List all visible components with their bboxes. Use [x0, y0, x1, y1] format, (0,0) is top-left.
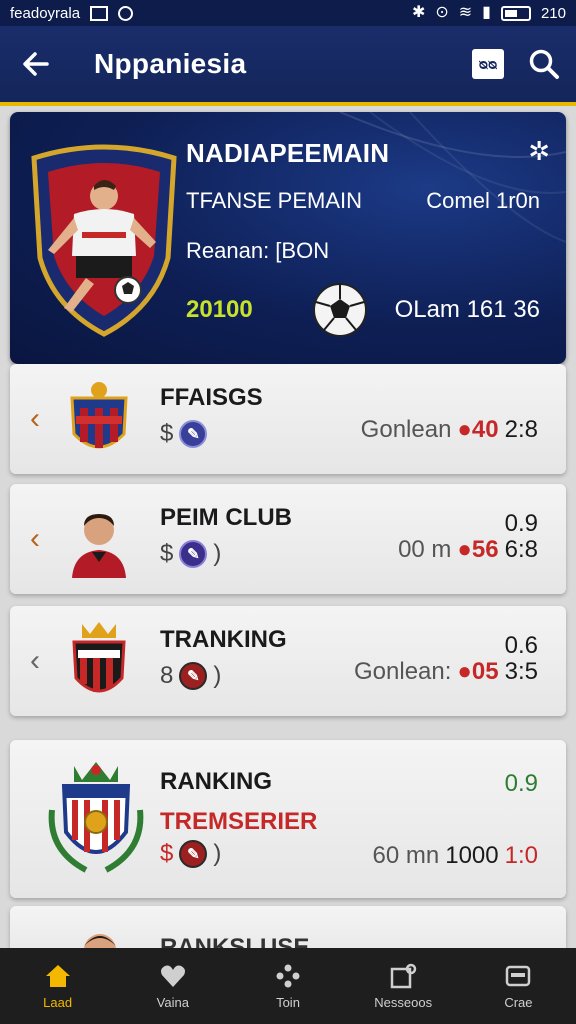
nav-label-home: Laad: [43, 994, 73, 1010]
heart-icon: [160, 965, 185, 987]
vibrate-icon: ⊙: [435, 4, 449, 21]
club-score: 1000: [445, 842, 499, 869]
coin-icon: ✎: [179, 540, 208, 568]
nav-item-news[interactable]: Nesseoos: [346, 948, 461, 1024]
close-button[interactable]: ✲: [528, 136, 550, 167]
club-score-red: ●40: [457, 416, 499, 443]
club-currency: $: [160, 420, 174, 447]
club-card[interactable]: ‹ TRANKING 8 ✎ ) 0.6 Gonlean: ●05 3:5: [10, 606, 566, 716]
club-coin-suffix: ): [213, 540, 222, 567]
team-icon: [276, 964, 300, 987]
club-name: TRANKING: [160, 626, 287, 653]
club-score-red: ●56: [457, 536, 499, 563]
club-coin-suffix: ): [213, 840, 222, 867]
filter-label: ᴓᴓ: [478, 55, 498, 73]
nav-label-card: Crae: [504, 994, 533, 1010]
search-button[interactable]: [526, 46, 562, 82]
club-score-red: ●05: [457, 658, 499, 685]
club-subname: TREMSERIER: [160, 808, 318, 835]
nav-label-team: Toin: [276, 994, 300, 1010]
chevron-left-icon[interactable]: ‹: [30, 402, 40, 436]
close-icon: ✲: [528, 136, 550, 166]
featured-points: 20100: [186, 296, 253, 323]
status-text: feadoyrala: [10, 4, 81, 22]
club-currency: 8: [160, 662, 174, 689]
nav-label-news: Nesseoos: [374, 994, 433, 1010]
club-name: RANKING: [160, 768, 272, 795]
image-notification-icon: [90, 5, 109, 21]
club-card[interactable]: ‹ PEIM CLUB $ ✎ ) 0.9 00 m ●56 6:8: [10, 484, 566, 594]
club-card[interactable]: RANKING TREMSERIER $ ✎ ) 0.9 60 mn 1000 …: [10, 740, 566, 898]
club-score: 2:8: [504, 416, 538, 443]
club-name: FFAISGS: [160, 384, 263, 411]
club-currency: $: [160, 540, 174, 567]
filter-button[interactable]: ᴓᴓ: [472, 49, 504, 79]
back-button[interactable]: [0, 24, 72, 104]
app-bar: Nppaniesia ᴓᴓ: [0, 26, 576, 106]
club-currency: $: [160, 840, 174, 867]
club-stat-label: 00 m: [398, 536, 452, 563]
nav-item-home[interactable]: Laad: [0, 948, 115, 1024]
status-bar: feadoyrala ✱ ⊙ ≋ ▮ 210: [0, 0, 576, 26]
club-stat-label: Gonlean: [360, 416, 452, 443]
club-coin-suffix: ): [213, 662, 222, 689]
wifi-icon: ≋: [458, 4, 473, 21]
status-time: 210: [540, 4, 566, 22]
featured-subtitle: TFANSE PEMAIN: [186, 188, 363, 213]
bluetooth-icon: ✱: [411, 4, 426, 21]
coin-icon: ✎: [179, 420, 208, 448]
featured-player-card[interactable]: NADIAPEEMAIN ✲ TFANSE PEMAIN Comel 1r0n …: [10, 112, 566, 364]
club-logo-image: [72, 622, 126, 693]
coin-icon: ✎: [179, 662, 208, 690]
nav-item-card[interactable]: Crae: [461, 948, 576, 1024]
search-icon: [529, 49, 559, 79]
player-crest-image: [31, 144, 177, 337]
club-stat-label: 60 mn: [372, 842, 440, 869]
sync-notification-icon: [118, 5, 134, 21]
news-icon: [390, 963, 417, 988]
player-avatar: [72, 514, 126, 578]
nav-label-favorites: Vaina: [156, 994, 189, 1010]
club-rating: 0.9: [504, 510, 538, 537]
arrow-left-icon: [23, 52, 49, 76]
featured-title: NADIAPEEMAIN: [186, 138, 390, 168]
page-title: Nppaniesia: [94, 48, 247, 79]
nav-item-favorites[interactable]: Vaina: [115, 948, 230, 1024]
card-icon: [506, 965, 531, 986]
club-logo-image: [48, 762, 144, 873]
featured-right-label: Comel 1r0n: [426, 188, 540, 213]
club-card[interactable]: ‹ FFAISGS $ ✎ Gonlean ●40 2:8: [10, 364, 566, 474]
signal-icon: ▮: [482, 4, 491, 21]
coin-icon: ✎: [179, 840, 208, 868]
battery-icon: [500, 5, 531, 21]
featured-season: Reanan: [BON: [186, 238, 330, 263]
chevron-left-icon[interactable]: ‹: [30, 644, 40, 678]
chevron-left-icon[interactable]: ‹: [30, 522, 40, 556]
bottom-navigation: Laad Vaina Toin Nesseoos Crae: [0, 948, 576, 1024]
nav-item-team[interactable]: Toin: [230, 948, 345, 1024]
featured-stats: OLam 161 36: [394, 296, 540, 323]
club-stat-label: Gonlean:: [354, 658, 452, 685]
club-score: 3:5: [504, 658, 538, 685]
club-score: 6:8: [504, 536, 538, 563]
club-logo-image: [70, 382, 128, 449]
club-rating: 0.6: [504, 632, 538, 659]
soccer-ball-icon: [313, 283, 367, 337]
home-icon: [45, 964, 70, 987]
club-score-tail: 1:0: [504, 842, 538, 869]
club-rating: 0.9: [504, 770, 538, 797]
club-name: PEIM CLUB: [160, 504, 292, 531]
